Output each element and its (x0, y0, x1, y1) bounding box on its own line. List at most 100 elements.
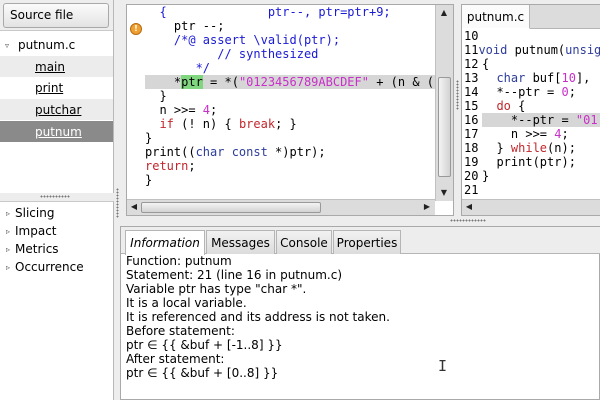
code-line: return; (145, 159, 196, 173)
source-line: 14 *--ptr = 0; (462, 85, 600, 99)
expander-right-icon[interactable]: ▹ (3, 227, 13, 236)
info-line: Statement: 21 (line 16 in putnum.c) (126, 268, 342, 282)
tab-properties[interactable]: Properties (333, 230, 401, 254)
line-number: 17 (464, 127, 479, 141)
scroll-up-icon[interactable]: ▲ (438, 8, 450, 18)
file-tree-item-putnum-c[interactable]: ▿ putnum.c (0, 36, 113, 54)
line-number: 14 (464, 85, 479, 99)
line-text: char buf[10], (496, 71, 591, 85)
function-item-putchar[interactable]: putchar (0, 99, 113, 120)
vertical-splitter-grip-icon[interactable] (116, 188, 119, 218)
source-line: 21 (462, 183, 600, 197)
file-tree-header: Source file (0, 0, 113, 31)
function-item-main[interactable]: main (0, 56, 113, 77)
line-text: n >>= 4; (482, 127, 569, 141)
line-number: 16 (464, 113, 479, 127)
information-text: Function: putnum Statement: 21 (line 16 … (126, 254, 596, 380)
line-number: 18 (464, 141, 479, 155)
scroll-left-icon[interactable]: ◀ (463, 202, 475, 212)
line-text: } while(n); (482, 141, 576, 155)
bottom-tab-strip: Information Messages Console Properties (121, 227, 600, 255)
expander-right-icon[interactable]: ▹ (3, 245, 13, 254)
expander-right-icon[interactable]: ▹ (3, 209, 13, 218)
code-text-area[interactable]: { ptr--, ptr=ptr+9; ptr --; /*@ assert \… (145, 5, 435, 201)
source-line: 20} (462, 169, 600, 183)
source-line: 12{ (462, 57, 600, 71)
source-line: 15 do { (462, 99, 600, 113)
line-number: 15 (464, 99, 479, 113)
normalized-code-view[interactable]: ! { ptr--, ptr=ptr+9; ptr --; /*@ assert… (126, 4, 454, 216)
expander-right-icon[interactable]: ▹ (3, 263, 13, 272)
source-file-column-button[interactable]: Source file (3, 2, 109, 28)
file-name: putnum.c (18, 38, 76, 52)
line-number: 21 (464, 183, 479, 197)
line-number: 13 (464, 71, 479, 85)
code-line: } (145, 173, 153, 187)
info-line: It is referenced and its address is not … (126, 310, 390, 324)
source-line: 17 n >>= 4; (462, 127, 600, 141)
vertical-splitter-grip-icon[interactable] (456, 80, 459, 110)
line-text: *--ptr = 0; (482, 85, 576, 99)
plugin-item-metrics[interactable]: ▹ Metrics (0, 240, 113, 258)
text-cursor-icon: I (438, 357, 448, 375)
source-horizontal-scrollbar[interactable]: ◀ (462, 199, 600, 215)
tab-information[interactable]: Information (125, 230, 205, 255)
expander-down-icon[interactable]: ▿ (2, 41, 12, 50)
code-line: if (! n) { break; } (159, 117, 297, 131)
scroll-thumb[interactable] (438, 77, 451, 177)
bottom-notebook: Information Messages Console Properties … (120, 226, 600, 400)
code-line-current: *ptr = *("0123456789ABCDEF" + (n & ( (145, 75, 435, 89)
line-text: { (482, 57, 490, 71)
line-text: *--ptr = "01 (482, 113, 600, 127)
sidebar-splitter[interactable] (0, 193, 114, 201)
line-number: 11 (464, 43, 479, 57)
line-text (482, 183, 600, 197)
plugin-item-slicing[interactable]: ▹ Slicing (0, 204, 113, 222)
scroll-down-icon[interactable]: ▼ (438, 188, 450, 198)
line-number: 10 (464, 29, 479, 43)
horizontal-splitter-grip-icon[interactable] (450, 219, 486, 222)
tab-messages[interactable]: Messages (206, 230, 275, 254)
plugin-item-occurrence[interactable]: ▹ Occurrence (0, 258, 113, 276)
info-line: ptr ∈ {{ &buf + [0..8] }} (126, 366, 279, 380)
scroll-left-icon[interactable]: ◀ (128, 202, 140, 212)
original-source-view[interactable]: putnum.c 10 11 void putnum(unsig 12{13 char… (461, 4, 600, 216)
line-number: 12 (464, 57, 479, 71)
function-item-print[interactable]: print (0, 77, 113, 98)
plugin-panel: ▹ Slicing ▹ Impact ▹ Metrics ▹ Occurrenc… (0, 201, 114, 400)
info-line: After statement: (126, 352, 225, 366)
code-vertical-scrollbar[interactable]: ▲ ▼ (435, 5, 453, 201)
code-line: */ (145, 61, 211, 75)
plugin-item-impact[interactable]: ▹ Impact (0, 222, 113, 240)
code-horizontal-scrollbar[interactable]: ◀ ▶ (127, 199, 435, 215)
code-line: // synthesized (145, 47, 319, 61)
code-gutter: ! (127, 5, 145, 201)
selected-variable-ptr[interactable]: ptr (181, 75, 203, 89)
line-text: do { (496, 99, 526, 113)
scroll-right-icon[interactable]: ▶ (421, 202, 433, 212)
source-line: 18 } while(n); (462, 141, 600, 155)
warning-icon[interactable]: ! (130, 23, 142, 35)
function-item-putnum[interactable]: putnum (0, 121, 113, 142)
line-text: void putnum(unsig (478, 43, 600, 57)
source-line: 10 (462, 29, 600, 43)
info-line: Variable ptr has type "char *". (126, 282, 307, 296)
source-line: 13 char buf[10], (462, 71, 600, 85)
line-text: } (482, 169, 490, 183)
code-line: /*@ assert \valid(ptr); (145, 33, 341, 47)
info-line: Function: putnum (126, 254, 232, 268)
code-line: } (145, 131, 153, 145)
scroll-thumb[interactable] (141, 202, 321, 213)
tab-console[interactable]: Console (276, 230, 332, 254)
tab-putnum-c[interactable]: putnum.c (462, 5, 530, 29)
code-line: n >>= 4; (145, 103, 218, 117)
source-line: 19 print(ptr); (462, 155, 600, 169)
original-source-text[interactable]: 10 11 void putnum(unsig 12{13 char buf[10],… (462, 29, 600, 201)
source-line: 16 *--ptr = "01 (462, 113, 600, 127)
info-line: It is a local variable. (126, 296, 247, 310)
line-number: 19 (464, 155, 479, 169)
splitter-grip-icon (40, 195, 70, 198)
line-text (482, 29, 600, 43)
source-line: 11 void putnum(unsig (462, 43, 600, 57)
code-line: } (145, 89, 167, 103)
